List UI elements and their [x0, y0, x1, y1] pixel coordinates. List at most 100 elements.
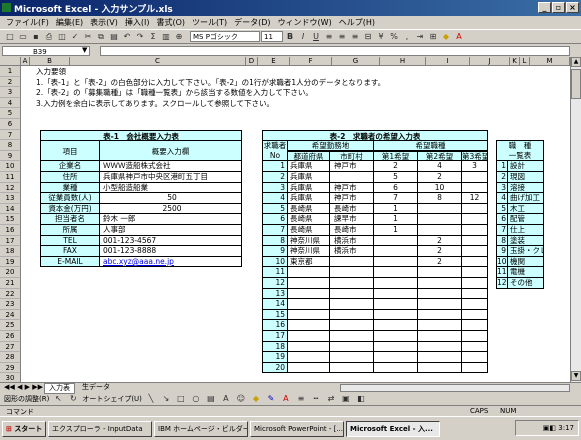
table2-prefecture-cell[interactable]: 長崎県: [288, 203, 330, 215]
oval-icon[interactable]: ○: [190, 393, 202, 405]
row-header[interactable]: 14: [0, 203, 21, 215]
table2-choice3-cell[interactable]: [462, 172, 488, 183]
menu-item-7[interactable]: ウィンドウ(W): [276, 17, 334, 28]
table1-value-cell[interactable]: 001-123-4567: [100, 235, 242, 247]
worksheet-grid[interactable]: A B C D E F G H I J K L M 1 2 3 4 5 6 7 8 9 10 11 12 13 14 15 16 17 18…: [0, 57, 570, 382]
table2-city-cell[interactable]: [330, 267, 374, 278]
table2-city-cell[interactable]: [330, 320, 374, 331]
row-header[interactable]: 10: [0, 161, 21, 172]
new-icon[interactable]: □: [4, 31, 16, 43]
table2-choice2-cell[interactable]: [418, 203, 462, 215]
bold-icon[interactable]: B: [284, 31, 296, 43]
row-header[interactable]: 18: [0, 246, 21, 257]
currency-icon[interactable]: ¥: [375, 31, 387, 43]
table2-choice1-cell[interactable]: [374, 299, 418, 310]
table2-city-cell[interactable]: [330, 256, 374, 268]
table2-choice3-cell[interactable]: [462, 256, 488, 268]
table2-prefecture-cell[interactable]: [288, 278, 330, 289]
menu-item-4[interactable]: 書式(O): [154, 17, 187, 28]
table2-prefecture-cell[interactable]: [288, 309, 330, 321]
column-header-F[interactable]: F: [290, 57, 332, 66]
font-size-box[interactable]: 11: [261, 31, 283, 42]
table2-city-cell[interactable]: [330, 341, 374, 353]
wordart-icon[interactable]: A: [220, 393, 232, 405]
align-right-icon[interactable]: ≡: [349, 31, 361, 43]
font-name-box[interactable]: MS Pゴシック: [190, 31, 260, 42]
row-header[interactable]: 5: [0, 108, 21, 119]
zoom-icon[interactable]: ⊕: [173, 31, 185, 43]
table2-choice1-cell[interactable]: [374, 309, 418, 321]
table2-choice2-cell[interactable]: 2: [418, 256, 462, 268]
row-header[interactable]: 17: [0, 235, 21, 247]
name-box[interactable]: B39: [2, 46, 90, 56]
table2-choice3-cell[interactable]: [462, 288, 488, 300]
formula-input[interactable]: [100, 46, 570, 56]
menu-item-8[interactable]: ヘルプ(H): [337, 17, 377, 28]
table2-choice2-cell[interactable]: [418, 225, 462, 236]
table2-prefecture-cell[interactable]: [288, 341, 330, 353]
table2-choice1-cell[interactable]: [374, 341, 418, 353]
table2-prefecture-cell[interactable]: 兵庫県: [288, 172, 330, 183]
table2-choice2-cell[interactable]: [418, 309, 462, 321]
table2-prefecture-cell[interactable]: 長崎県: [288, 214, 330, 225]
table2-choice3-cell[interactable]: [462, 362, 488, 374]
line-color-icon[interactable]: ✎: [265, 393, 277, 405]
align-left-icon[interactable]: ≡: [323, 31, 335, 43]
redo-icon[interactable]: ↷: [134, 31, 146, 43]
table2-choice2-cell[interactable]: 8: [418, 193, 462, 204]
namebox-dropdown-icon[interactable]: ▼: [82, 46, 87, 54]
3d-icon[interactable]: ◧: [355, 393, 367, 405]
row-header[interactable]: 23: [0, 299, 21, 310]
table2-prefecture-cell[interactable]: [288, 352, 330, 363]
table2-prefecture-cell[interactable]: [288, 331, 330, 342]
clipart-icon[interactable]: ☺: [235, 393, 247, 405]
italic-icon[interactable]: I: [297, 31, 309, 43]
line-style-icon[interactable]: ≡: [295, 393, 307, 405]
table2-prefecture-cell[interactable]: 兵庫県: [288, 161, 330, 172]
table2-choice3-cell[interactable]: [462, 278, 488, 289]
table2-choice3-cell[interactable]: [462, 331, 488, 342]
row-header[interactable]: 19: [0, 256, 21, 268]
table2-prefecture-cell[interactable]: 兵庫県: [288, 193, 330, 204]
table2-choice2-cell[interactable]: [418, 341, 462, 353]
column-header-B[interactable]: B: [30, 57, 70, 66]
scroll-down-icon[interactable]: ▼: [571, 371, 581, 381]
table2-choice1-cell[interactable]: [374, 246, 418, 257]
menu-item-2[interactable]: 表示(V): [88, 17, 120, 28]
column-header-H[interactable]: H: [380, 57, 426, 66]
table2-choice3-cell[interactable]: [462, 225, 488, 236]
table1-value-cell[interactable]: 鈴木 一郎: [100, 214, 242, 225]
table1-value-cell[interactable]: 小型船造船業: [100, 182, 242, 194]
minimize-button[interactable]: _: [538, 2, 551, 13]
table2-choice1-cell[interactable]: [374, 320, 418, 331]
table2-choice1-cell[interactable]: [374, 331, 418, 342]
row-header[interactable]: 6: [0, 119, 21, 130]
paste-icon[interactable]: ▤: [108, 31, 120, 43]
table2-choice1-cell[interactable]: [374, 288, 418, 300]
table2-choice3-cell[interactable]: [462, 341, 488, 353]
row-header[interactable]: 22: [0, 288, 21, 300]
table2-choice2-cell[interactable]: [418, 267, 462, 278]
table2-city-cell[interactable]: [330, 299, 374, 310]
column-header-L[interactable]: L: [520, 57, 530, 66]
table2-choice1-cell[interactable]: [374, 256, 418, 268]
table2-city-cell[interactable]: [330, 331, 374, 342]
preview-icon[interactable]: ◫: [56, 31, 68, 43]
task-homepage-builder[interactable]: IBM ホームページ・ビルダー...: [154, 420, 248, 437]
table2-choice1-cell[interactable]: [374, 267, 418, 278]
column-header-I[interactable]: I: [426, 57, 470, 66]
autoshape-menu[interactable]: オートシェイプ(U): [82, 394, 142, 404]
rotate-icon[interactable]: ↻: [67, 393, 79, 405]
table2-city-cell[interactable]: [330, 309, 374, 321]
line-icon[interactable]: ╲: [145, 393, 157, 405]
select-all-corner[interactable]: [0, 57, 21, 66]
table2-city-cell[interactable]: 横浜市: [330, 235, 374, 247]
table2-choice3-cell[interactable]: 3: [462, 161, 488, 172]
merge-icon[interactable]: ⊟: [362, 31, 374, 43]
table2-choice1-cell[interactable]: [374, 362, 418, 374]
row-header[interactable]: 20: [0, 267, 21, 278]
table1-value-cell[interactable]: 50: [100, 193, 242, 204]
scroll-thumb[interactable]: [571, 69, 581, 99]
table2-choice3-cell[interactable]: [462, 182, 488, 194]
column-header-J[interactable]: J: [470, 57, 510, 66]
